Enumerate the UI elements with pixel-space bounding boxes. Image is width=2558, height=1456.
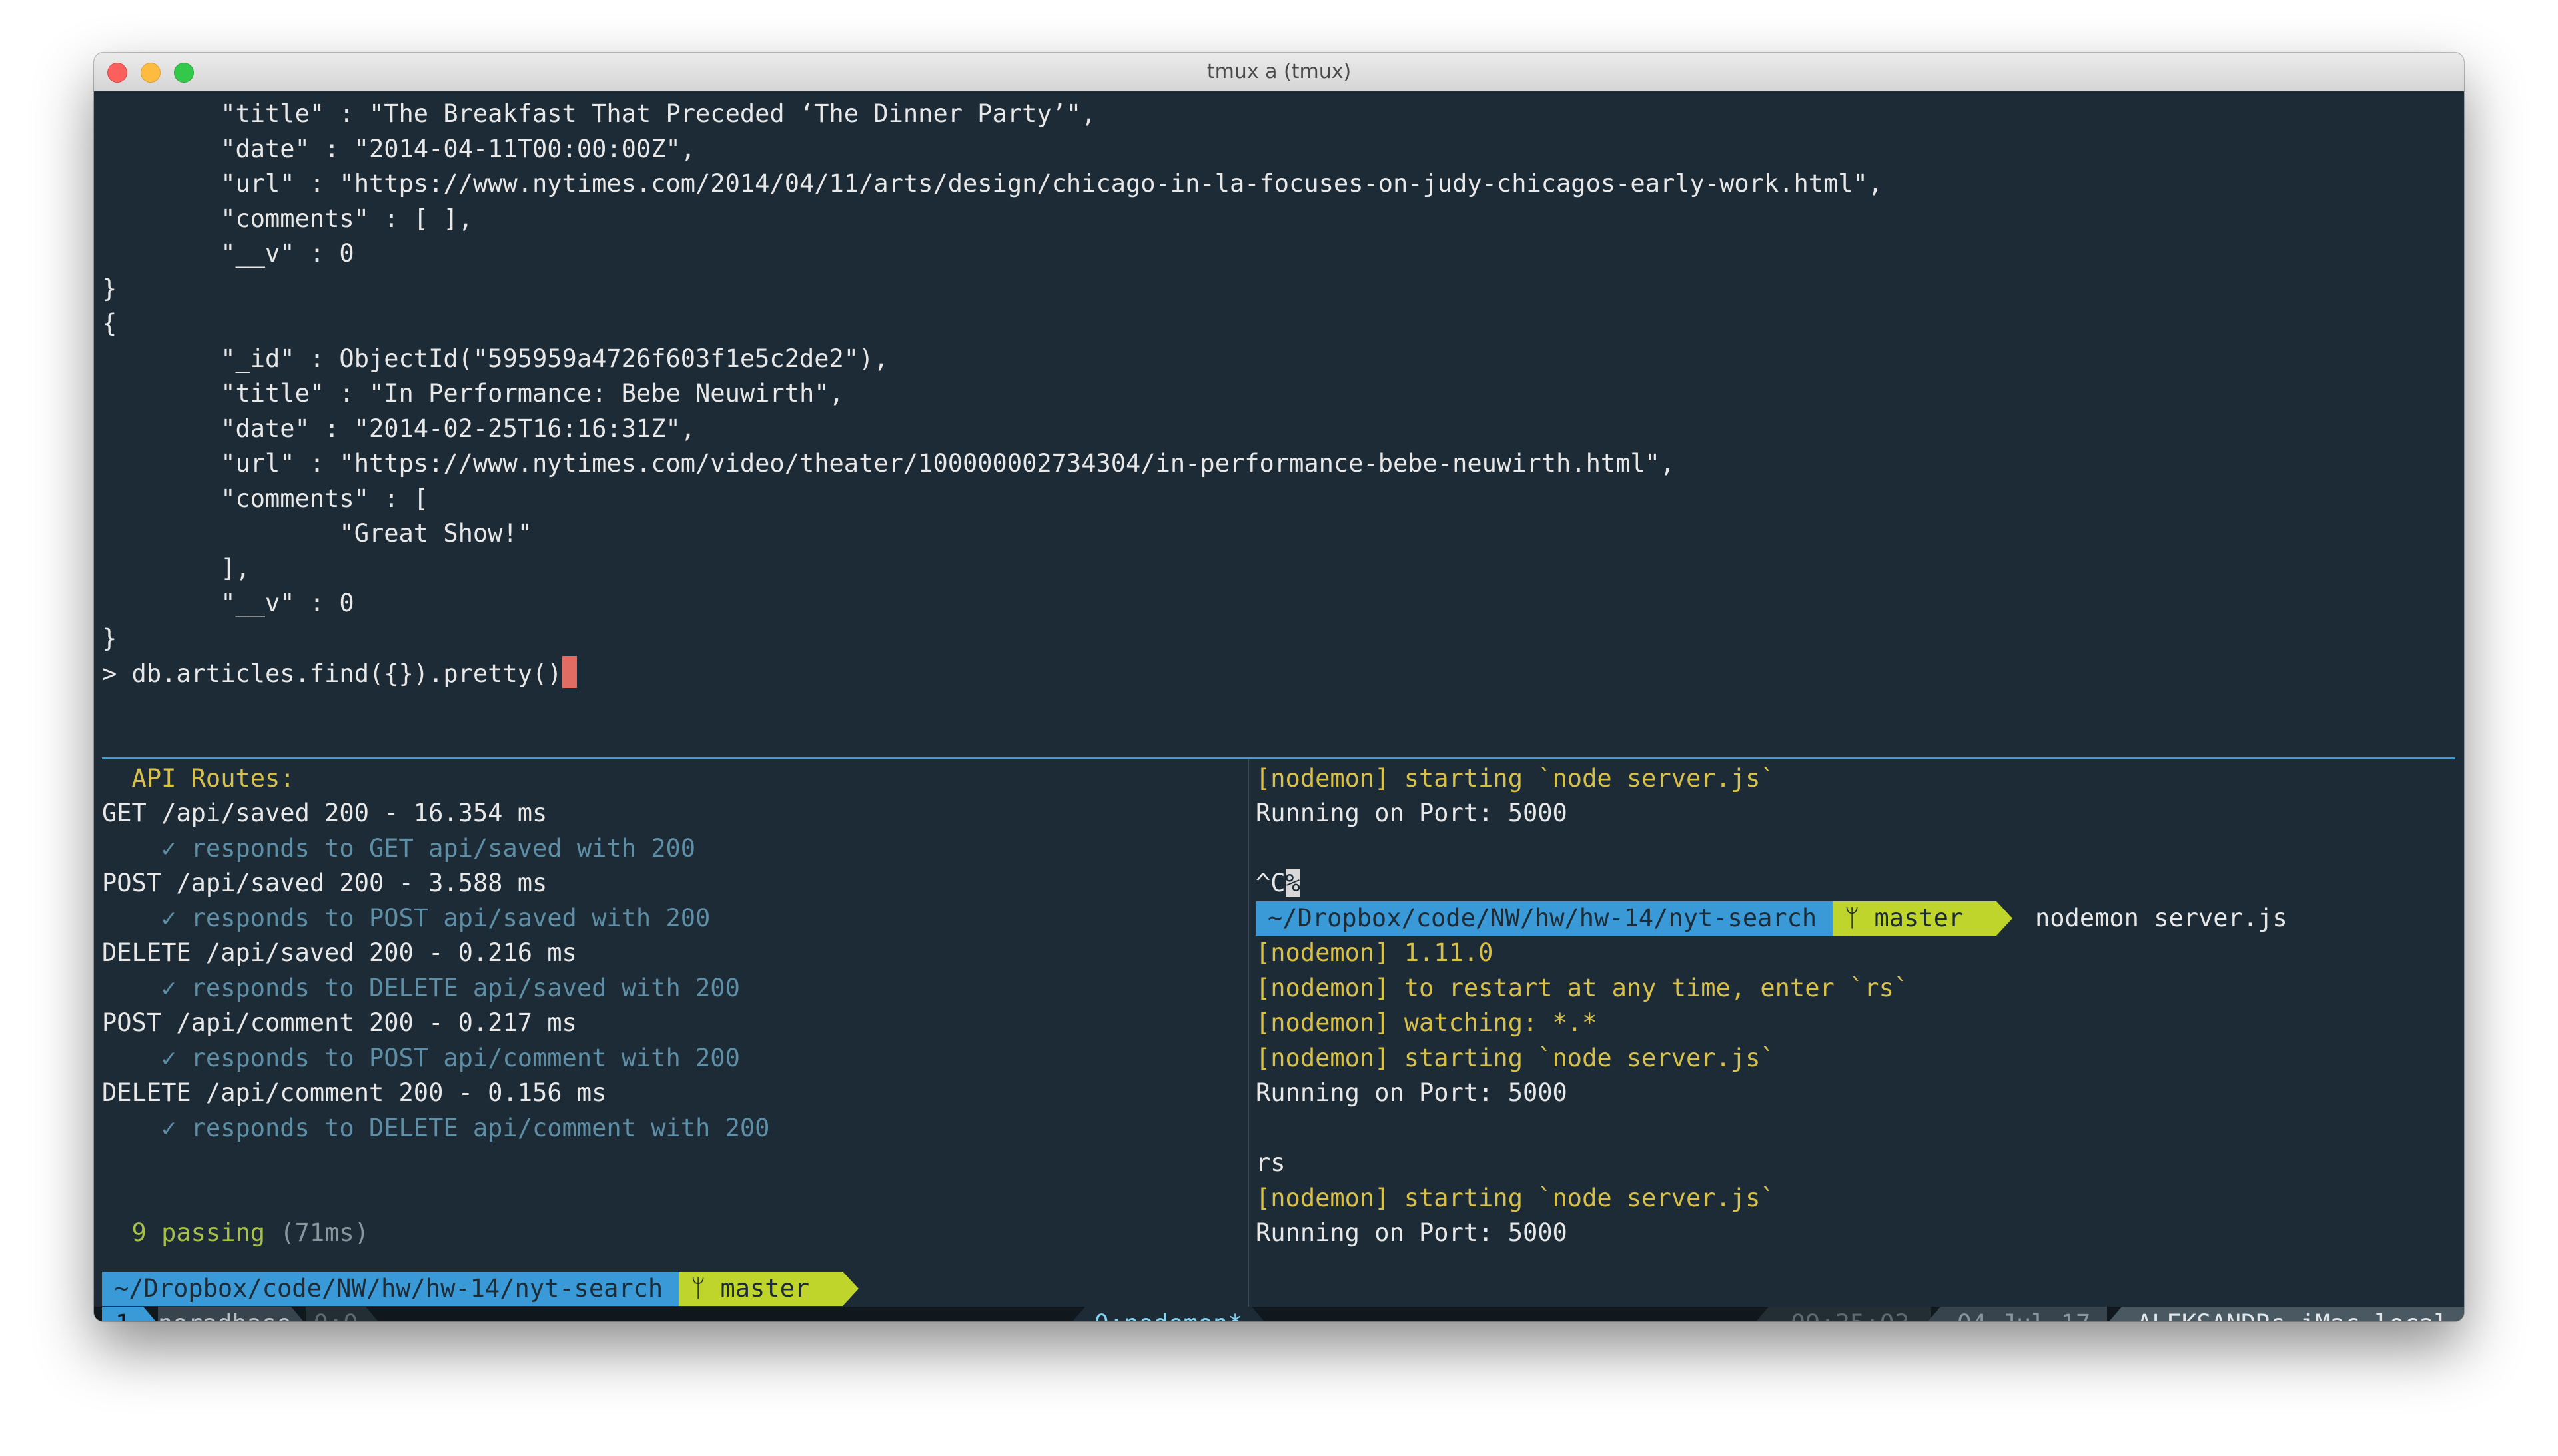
output-line: Running on Port: 5000	[1256, 799, 1567, 827]
prompt-path: ~/Dropbox/code/NW/hw/hw-14/nyt-search	[1256, 901, 1833, 936]
clock-time: 09:35:03	[1769, 1307, 1931, 1321]
session-index[interactable]: 1	[102, 1307, 143, 1321]
route-line: POST /api/comment 200 - 0.217 ms	[102, 1008, 577, 1037]
test-check: ✓ responds to GET api/saved with 200	[102, 834, 696, 863]
interrupt-line: ^C%	[1256, 869, 1300, 897]
test-header: API Routes:	[102, 764, 295, 793]
status-separator	[1252, 1307, 1266, 1321]
tmux-status-bar: 1 noradbase 0:0 0:nodemon* 09:35:03 04-J…	[94, 1307, 2464, 1321]
status-separator	[1926, 1307, 1940, 1321]
active-window[interactable]: 0:nodemon*	[1085, 1307, 1252, 1321]
output-line: "__v" : 0	[102, 589, 354, 617]
pane-position: 0:0	[306, 1307, 366, 1321]
text-cursor	[562, 656, 577, 688]
command-text: > db.articles.find({}).pretty()	[102, 659, 562, 688]
test-check: ✓ responds to POST api/saved with 200	[102, 904, 711, 932]
status-separator	[291, 1307, 306, 1321]
text-cursor: %	[1285, 869, 1300, 897]
output-line: "comments" : [	[102, 484, 429, 513]
route-line: GET /api/saved 200 - 16.354 ms	[102, 799, 548, 827]
route-line: POST /api/saved 200 - 3.588 ms	[102, 869, 548, 897]
terminal-window[interactable]: tmux a (tmux) "title" : "The Breakfast T…	[94, 53, 2464, 1321]
output-line: }	[102, 624, 117, 653]
pane-divider-vertical[interactable]	[1248, 759, 1249, 1307]
test-summary: 9 passing (71ms)	[102, 1216, 369, 1250]
clock-date: 04-Jul-17	[1940, 1307, 2107, 1321]
nodemon-line: [nodemon] starting `node server.js`	[1256, 764, 1775, 793]
mongo-prompt[interactable]: > db.articles.find({}).pretty()	[102, 656, 577, 691]
nodemon-line: [nodemon] 1.11.0	[1256, 938, 1493, 967]
passing-count: 9 passing	[102, 1218, 266, 1247]
output-line: rs	[1256, 1148, 1286, 1177]
nodemon-line: [nodemon] starting `node server.js`	[1256, 1184, 1775, 1212]
session-name[interactable]: noradbase	[158, 1307, 291, 1321]
output-line: "url" : "https://www.nytimes.com/2014/04…	[102, 169, 1883, 198]
right-shell-prompt[interactable]: ~/Dropbox/code/NW/hw/hw-14/nyt-search ᛘ …	[1256, 901, 2441, 936]
output-line: Running on Port: 5000	[1256, 1078, 1567, 1107]
prompt-separator	[843, 1272, 859, 1306]
output-line: {	[102, 309, 117, 338]
prompt-branch: ᛘ master	[679, 1272, 843, 1306]
output-line: ],	[102, 554, 250, 583]
output-line: "url" : "https://www.nytimes.com/video/t…	[102, 449, 1675, 478]
nodemon-line: [nodemon] watching: *.*	[1256, 1008, 1597, 1037]
status-separator	[1070, 1307, 1085, 1321]
output-line: "_id" : ObjectId("595959a4726f603f1e5c2d…	[102, 344, 889, 373]
prompt-separator	[1996, 901, 2012, 936]
output-line: "comments" : [ ],	[102, 204, 473, 233]
pane-divider-horizontal[interactable]	[102, 757, 2455, 759]
test-check: ✓ responds to POST api/comment with 200	[102, 1044, 740, 1072]
hostname: ALEKSANDRs-iMac.local	[2122, 1307, 2464, 1321]
nodemon-line: [nodemon] to restart at any time, enter …	[1256, 974, 1909, 1002]
route-line: DELETE /api/comment 200 - 0.156 ms	[102, 1078, 607, 1107]
output-line: "date" : "2014-04-11T00:00:00Z",	[102, 135, 696, 163]
output-line: "title" : "The Breakfast That Preceded ‘…	[102, 99, 1096, 128]
output-line: }	[102, 274, 117, 303]
window-title: tmux a (tmux)	[1206, 60, 1352, 83]
nodemon-line: [nodemon] starting `node server.js`	[1256, 1044, 1775, 1072]
passing-time: (71ms)	[265, 1218, 369, 1247]
prompt-branch: ᛘ master	[1833, 901, 1996, 936]
status-separator	[366, 1307, 380, 1321]
title-bar[interactable]: tmux a (tmux)	[94, 53, 2464, 92]
route-line: DELETE /api/saved 200 - 0.216 ms	[102, 938, 577, 967]
shell-command: nodemon server.js	[2035, 904, 2288, 932]
terminal-content[interactable]: "title" : "The Breakfast That Preceded ‘…	[94, 91, 2464, 1321]
left-shell-prompt[interactable]: ~/Dropbox/code/NW/hw/hw-14/nyt-search ᛘ …	[102, 1272, 901, 1306]
prompt-path: ~/Dropbox/code/NW/hw/hw-14/nyt-search	[102, 1272, 679, 1306]
status-separator	[143, 1307, 158, 1321]
status-separator	[1754, 1307, 1769, 1321]
output-line: "Great Show!"	[102, 519, 533, 547]
output-line: Running on Port: 5000	[1256, 1218, 1567, 1247]
output-line: "date" : "2014-02-25T16:16:31Z",	[102, 414, 696, 443]
output-line: "title" : "In Performance: Bebe Neuwirth…	[102, 379, 844, 408]
output-line: "__v" : 0	[102, 239, 354, 268]
status-separator	[2107, 1307, 2122, 1321]
test-check: ✓ responds to DELETE api/saved with 200	[102, 974, 740, 1002]
test-check: ✓ responds to DELETE api/comment with 20…	[102, 1114, 770, 1142]
